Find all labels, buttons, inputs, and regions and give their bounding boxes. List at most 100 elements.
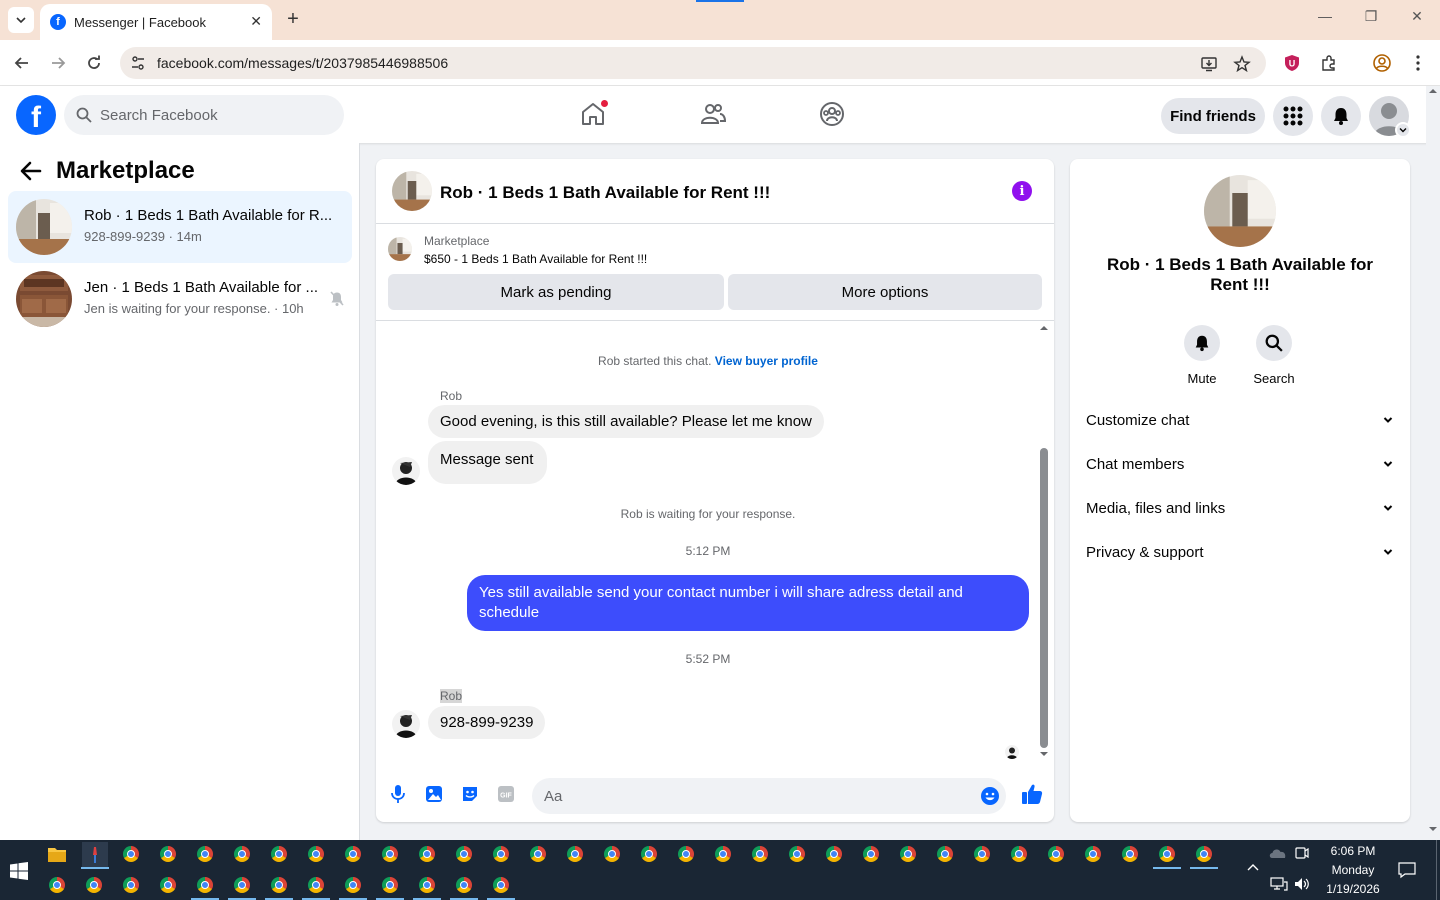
message-bubble-incoming[interactable]: Message sent xyxy=(428,441,548,484)
chrome-window-icon[interactable] xyxy=(789,846,805,862)
groups-icon[interactable] xyxy=(818,100,846,128)
back-button[interactable] xyxy=(11,52,33,74)
more-options-button[interactable]: More options xyxy=(728,274,1042,310)
chrome-window-icon[interactable] xyxy=(308,877,324,893)
details-avatar[interactable] xyxy=(1204,175,1276,247)
chrome-window-icon[interactable] xyxy=(530,846,546,862)
show-desktop-divider[interactable] xyxy=(1436,840,1437,900)
chrome-window-icon[interactable] xyxy=(419,877,435,893)
onedrive-cloud-icon[interactable] xyxy=(1268,846,1288,860)
notifications-button[interactable] xyxy=(1321,96,1361,136)
chrome-window-icon[interactable] xyxy=(271,846,287,862)
chrome-window-icon[interactable] xyxy=(826,846,842,862)
chrome-window-icon[interactable] xyxy=(456,846,472,862)
conversation-item-jen[interactable]: Jen · 1 Beds 1 Bath Available for ... Je… xyxy=(8,263,352,335)
chrome-window-icon[interactable] xyxy=(271,877,287,893)
chat-avatar[interactable] xyxy=(392,171,432,211)
taskbar-active-app[interactable] xyxy=(82,842,108,868)
chrome-window-icon[interactable] xyxy=(382,877,398,893)
chrome-window-icon[interactable] xyxy=(863,846,879,862)
chrome-window-icon[interactable] xyxy=(1196,846,1212,862)
message-bubble-incoming[interactable]: 928-899-9239 xyxy=(428,706,546,739)
chrome-window-icon[interactable] xyxy=(604,846,620,862)
message-bubble-outgoing[interactable]: Yes still available send your contact nu… xyxy=(467,575,1029,631)
facebook-search-input[interactable]: Search Facebook xyxy=(64,95,344,135)
chrome-window-icon[interactable] xyxy=(752,846,768,862)
chrome-window-icon[interactable] xyxy=(345,846,361,862)
chrome-window-icon[interactable] xyxy=(234,877,250,893)
chrome-window-icon[interactable] xyxy=(1085,846,1101,862)
customize-chat-section[interactable]: Customize chat xyxy=(1086,406,1394,434)
chrome-window-icon[interactable] xyxy=(900,846,916,862)
new-tab-button[interactable]: + xyxy=(282,8,304,30)
chrome-window-icon[interactable] xyxy=(937,846,953,862)
browser-menu-icon[interactable] xyxy=(1407,52,1429,74)
chat-members-section[interactable]: Chat members xyxy=(1086,450,1394,478)
photo-icon[interactable] xyxy=(424,784,444,804)
microphone-icon[interactable] xyxy=(388,784,408,804)
chrome-window-icon[interactable] xyxy=(1159,846,1175,862)
info-icon[interactable]: i xyxy=(1012,181,1032,201)
reload-button[interactable] xyxy=(83,52,105,74)
close-tab-icon[interactable]: ✕ xyxy=(250,13,262,30)
extensions-puzzle-icon[interactable] xyxy=(1318,52,1340,74)
chrome-window-icon[interactable] xyxy=(456,877,472,893)
restore-window-icon[interactable]: ❐ xyxy=(1359,8,1383,25)
emoji-icon[interactable] xyxy=(980,786,1000,806)
chrome-window-icon[interactable] xyxy=(197,877,213,893)
page-scrollbar[interactable] xyxy=(1426,86,1440,840)
chrome-window-icon[interactable] xyxy=(1122,846,1138,862)
chrome-window-icon[interactable] xyxy=(345,877,361,893)
mute-button[interactable]: Mute xyxy=(1172,325,1232,386)
sender-avatar[interactable] xyxy=(392,710,420,738)
search-in-chat-button[interactable]: Search xyxy=(1244,325,1304,386)
sticker-icon[interactable] xyxy=(460,784,480,804)
address-bar[interactable]: facebook.com/messages/t/2037985446988506 xyxy=(120,47,1266,79)
chrome-window-icon[interactable] xyxy=(86,877,102,893)
action-center-icon[interactable] xyxy=(1398,861,1416,879)
chrome-window-icon[interactable] xyxy=(160,846,176,862)
chrome-window-icon[interactable] xyxy=(308,846,324,862)
meet-now-icon[interactable] xyxy=(1295,845,1309,861)
clock-day[interactable]: Monday xyxy=(1316,863,1390,877)
chrome-window-icon[interactable] xyxy=(493,846,509,862)
clock-time[interactable]: 6:06 PM xyxy=(1316,844,1390,858)
chrome-window-icon[interactable] xyxy=(123,877,139,893)
menu-button[interactable] xyxy=(1273,96,1313,136)
chrome-window-icon[interactable] xyxy=(49,877,65,893)
chrome-window-icon[interactable] xyxy=(974,846,990,862)
tray-overflow-chevron-icon[interactable] xyxy=(1246,862,1260,872)
browser-tab[interactable]: f Messenger | Facebook ✕ xyxy=(40,4,272,40)
site-info-icon[interactable] xyxy=(130,55,146,71)
chrome-window-icon[interactable] xyxy=(641,846,657,862)
mark-as-pending-button[interactable]: Mark as pending xyxy=(388,274,724,310)
forward-button[interactable] xyxy=(47,52,69,74)
sender-avatar[interactable] xyxy=(392,457,420,485)
scrollbar-thumb[interactable] xyxy=(1040,448,1048,748)
view-buyer-profile-link[interactable]: View buyer profile xyxy=(715,354,818,368)
friends-icon[interactable] xyxy=(699,100,727,128)
message-bubble-incoming[interactable]: Good evening, is this still available? P… xyxy=(428,405,824,438)
find-friends-button[interactable]: Find friends xyxy=(1161,98,1265,134)
listing-description[interactable]: $650 - 1 Beds 1 Bath Available for Rent … xyxy=(424,252,647,266)
like-thumbs-up-icon[interactable] xyxy=(1020,782,1044,806)
back-arrow-icon[interactable] xyxy=(20,161,42,181)
chrome-window-icon[interactable] xyxy=(715,846,731,862)
message-scrollbar[interactable] xyxy=(1038,324,1050,760)
conversation-item-rob[interactable]: Rob · 1 Beds 1 Bath Available for R... 9… xyxy=(8,191,352,263)
network-icon[interactable] xyxy=(1270,877,1288,891)
tab-search-button[interactable] xyxy=(8,7,34,33)
clock-date[interactable]: 1/19/2026 xyxy=(1316,882,1390,896)
chrome-window-icon[interactable] xyxy=(234,846,250,862)
listing-thumbnail[interactable] xyxy=(388,237,412,261)
chrome-window-icon[interactable] xyxy=(678,846,694,862)
volume-icon[interactable] xyxy=(1294,876,1310,892)
chrome-window-icon[interactable] xyxy=(1048,846,1064,862)
ublock-extension-icon[interactable]: U xyxy=(1281,52,1303,74)
chrome-window-icon[interactable] xyxy=(123,846,139,862)
privacy-support-section[interactable]: Privacy & support xyxy=(1086,538,1394,566)
chrome-window-icon[interactable] xyxy=(197,846,213,862)
chrome-window-icon[interactable] xyxy=(493,877,509,893)
chrome-window-icon[interactable] xyxy=(419,846,435,862)
windows-start-icon[interactable] xyxy=(10,862,28,880)
